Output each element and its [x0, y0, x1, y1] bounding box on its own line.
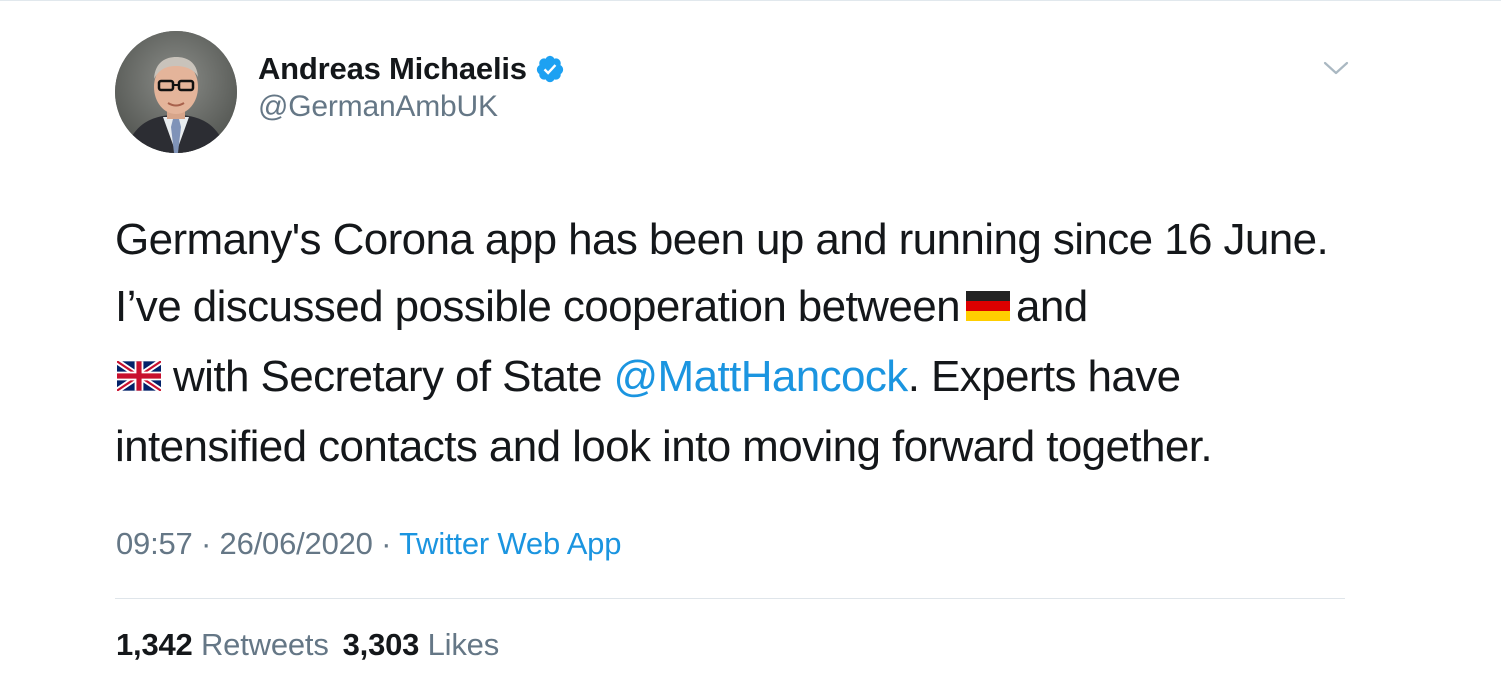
retweets-count: 1,342	[116, 627, 193, 662]
profile-photo-icon	[115, 31, 237, 153]
mention-link[interactable]: @MattHancock	[613, 352, 908, 401]
germany-flag-icon	[965, 273, 1010, 340]
tweet-time[interactable]: 09:57	[116, 526, 193, 561]
tweet-date[interactable]: 26/06/2020	[220, 526, 373, 561]
meta-separator-1: ·	[201, 526, 212, 561]
author-avatar[interactable]	[115, 31, 237, 153]
retweets-label: Retweets	[201, 627, 329, 662]
tweet-meta: 09:57 · 26/06/2020 · Twitter Web App	[116, 526, 621, 562]
author-display-name[interactable]: Andreas Michaelis	[258, 51, 527, 87]
tweet-stats: 1,342 Retweets 3,303 Likes	[116, 627, 513, 663]
meta-separator-2: ·	[381, 526, 392, 561]
tweet-card: Andreas Michaelis @GermanAmbUK Germany's…	[0, 0, 1501, 680]
retweets-stat[interactable]: 1,342 Retweets	[116, 627, 329, 662]
stats-divider	[115, 598, 1345, 599]
likes-label: Likes	[427, 627, 500, 662]
tweet-source-link[interactable]: Twitter Web App	[399, 526, 621, 561]
tweet-text-part3: with Secretary of State	[173, 351, 602, 401]
verified-badge-icon	[536, 55, 563, 83]
author-name-row: Andreas Michaelis	[258, 48, 565, 90]
tweet-text: Germany's Corona app has been up and run…	[115, 206, 1355, 480]
likes-count: 3,303	[342, 627, 420, 662]
united-kingdom-flag-icon	[115, 343, 163, 410]
tweet-text-part1: Germany's Corona app has been up and run…	[115, 215, 1329, 331]
chevron-down-icon[interactable]	[1322, 58, 1350, 78]
author-block: Andreas Michaelis @GermanAmbUK	[258, 48, 565, 124]
tweet-text-part2: and	[1015, 282, 1088, 331]
author-handle[interactable]: @GermanAmbUK	[258, 90, 565, 124]
likes-stat[interactable]: 3,303 Likes	[342, 627, 500, 662]
